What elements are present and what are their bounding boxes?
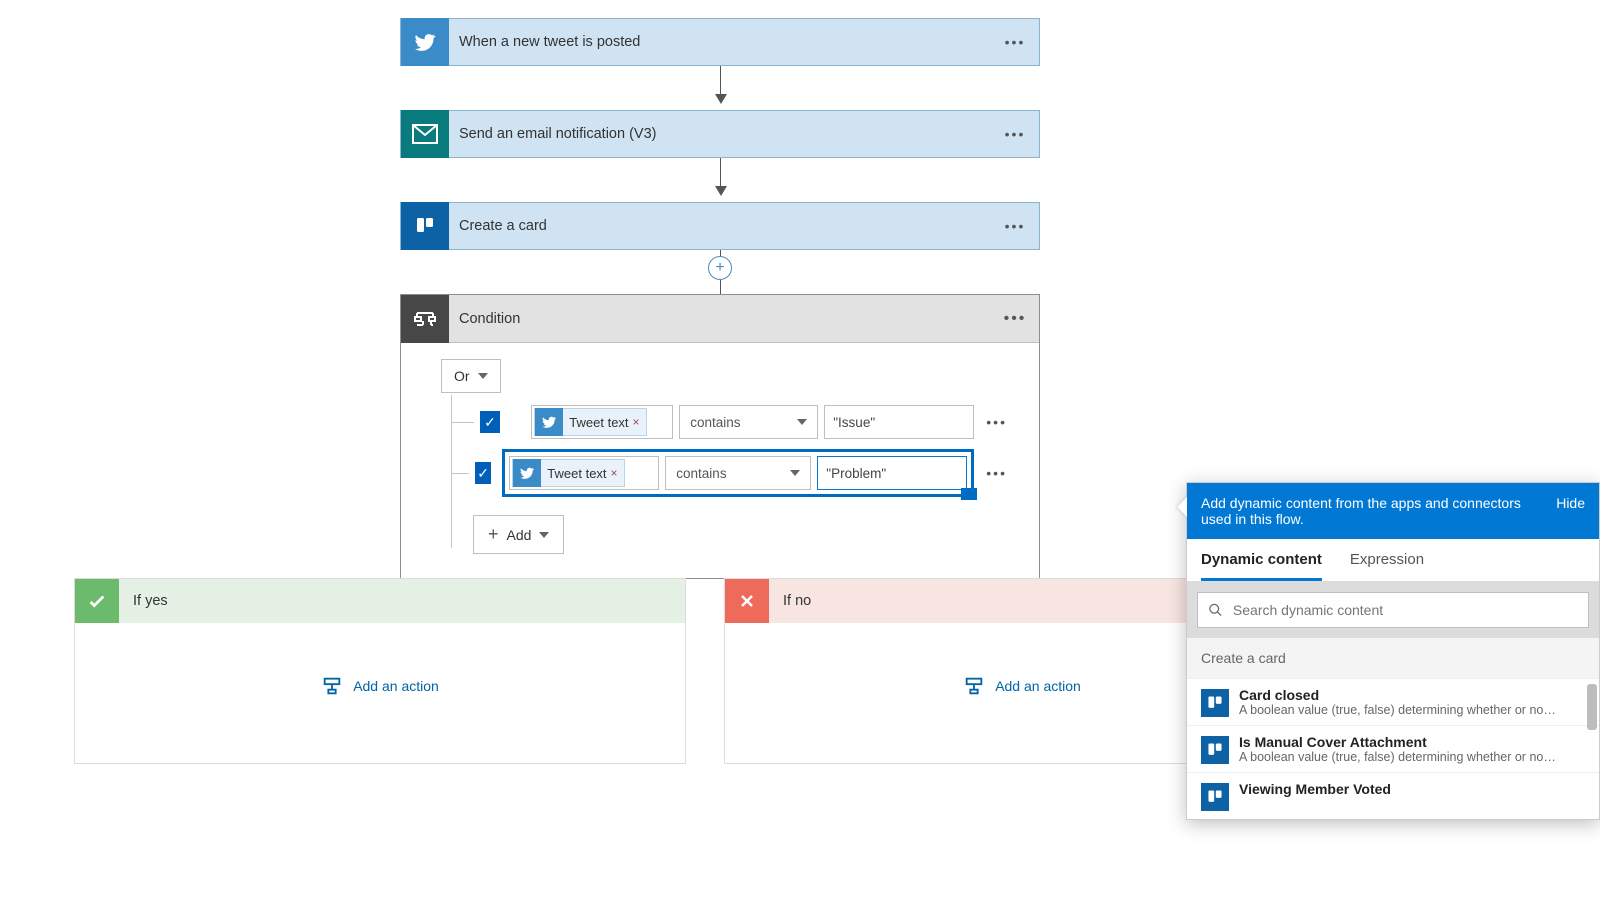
chevron-down-icon [797,419,807,425]
token-label: Tweet text [547,466,606,481]
add-action-label: Add an action [995,678,1081,694]
plus-icon: + [488,524,499,545]
condition-icon [401,295,449,343]
step-title: Create a card [449,218,991,234]
condition-left-field[interactable]: Tweet text × [531,405,673,439]
panel-caret [1177,497,1187,517]
item-title: Viewing Member Voted [1239,781,1391,797]
condition-value-input[interactable] [817,456,967,490]
condition-row: ✓ Tweet text × contains ••• [441,405,1007,439]
chevron-down-icon [478,373,488,379]
condition-header[interactable]: Condition ••• [401,295,1039,343]
search-icon [1208,602,1223,618]
tab-dynamic-content[interactable]: Dynamic content [1201,551,1322,581]
dynamic-token[interactable]: Tweet text × [534,408,646,436]
close-icon [725,579,769,623]
add-action-label: Add an action [353,678,439,694]
add-condition-button[interactable]: + Add [473,515,564,554]
check-icon [75,579,119,623]
action-step-trello[interactable]: Create a card ••• [400,202,1040,250]
tab-expression[interactable]: Expression [1350,551,1424,581]
operator-label: contains [690,415,740,430]
step-more-menu[interactable]: ••• [991,126,1039,142]
trello-icon [1201,689,1229,717]
row-connector [451,473,469,474]
condition-card: Condition ••• Or ✓ Tweet text [400,294,1040,579]
section-header: Create a card [1187,638,1599,678]
group-mode-dropdown[interactable]: Or [441,359,501,393]
trigger-step[interactable]: When a new tweet is posted ••• [400,18,1040,66]
item-title: Is Manual Cover Attachment [1239,734,1559,750]
insert-step-button[interactable]: + [708,256,732,280]
condition-title: Condition [449,311,991,327]
panel-header: Add dynamic content from the apps and co… [1187,483,1599,539]
step-title: Send an email notification (V3) [449,126,991,142]
token-label: Tweet text [569,415,628,430]
item-description: A boolean value (true, false) determinin… [1239,750,1559,764]
add-label: Add [507,527,532,543]
mail-icon [401,110,449,158]
twitter-icon [535,408,563,436]
search-field[interactable] [1197,592,1589,628]
twitter-icon [401,18,449,66]
step-more-menu[interactable]: ••• [991,34,1039,50]
branch-header: If yes [75,579,685,623]
row-more-menu[interactable]: ••• [986,465,1007,481]
group-mode-label: Or [454,368,470,384]
operator-label: contains [676,466,726,481]
row-checkbox[interactable]: ✓ [480,411,501,433]
dynamic-content-panel: Add dynamic content from the apps and co… [1186,482,1600,820]
list-item[interactable]: Is Manual Cover Attachment A boolean val… [1187,725,1599,772]
condition-more-menu[interactable]: ••• [991,310,1039,328]
hide-button[interactable]: Hide [1556,495,1585,511]
list-item[interactable]: Viewing Member Voted [1187,772,1599,819]
item-description: A boolean value (true, false) determinin… [1239,703,1559,717]
row-connector [451,422,474,423]
row-checkbox[interactable]: ✓ [475,462,491,484]
row-more-menu[interactable]: ••• [986,414,1007,430]
action-step-email[interactable]: Send an email notification (V3) ••• [400,110,1040,158]
panel-tabs: Dynamic content Expression [1187,539,1599,582]
list-item[interactable]: Card closed A boolean value (true, false… [1187,678,1599,725]
add-action-button[interactable]: Add an action [75,675,685,697]
trello-icon [1201,783,1229,811]
operator-dropdown[interactable]: contains [679,405,818,439]
trello-icon [401,202,449,250]
search-input[interactable] [1233,602,1578,618]
operator-dropdown[interactable]: contains [665,456,811,490]
branch-title: If yes [119,593,168,609]
twitter-icon [513,459,541,487]
panel-header-text: Add dynamic content from the apps and co… [1201,495,1521,527]
chevron-down-icon [539,532,549,538]
token-remove[interactable]: × [611,466,618,480]
condition-value-input[interactable] [824,405,974,439]
token-remove[interactable]: × [633,415,640,429]
scrollbar-thumb[interactable] [1587,684,1597,730]
condition-left-field[interactable]: Tweet text × [509,456,659,490]
dynamic-content-list: Card closed A boolean value (true, false… [1187,678,1599,819]
selection-handle[interactable] [961,488,977,500]
if-yes-branch: If yes Add an action [74,578,686,764]
step-more-menu[interactable]: ••• [991,218,1039,234]
dynamic-token[interactable]: Tweet text × [512,459,624,487]
item-title: Card closed [1239,687,1559,703]
step-title: When a new tweet is posted [449,34,991,50]
active-row-highlight: Tweet text × contains [502,449,974,497]
branch-title: If no [769,593,811,609]
condition-row: ✓ Tweet text × contains [441,449,1007,497]
chevron-down-icon [790,470,800,476]
trello-icon [1201,736,1229,764]
